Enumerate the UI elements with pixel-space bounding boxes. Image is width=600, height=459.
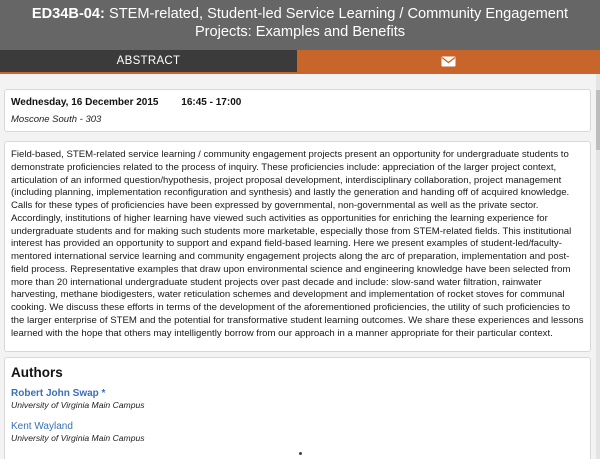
envelope-icon (441, 56, 456, 66)
tab-email[interactable] (297, 50, 600, 72)
author-affiliation: University of Virginia Main Campus (11, 433, 145, 443)
authors-card: Authors Robert John Swap * University of… (4, 357, 591, 459)
session-room: Moscone South - 303 (11, 114, 102, 125)
abstract-body: Field-based, STEM-related service learni… (11, 149, 584, 339)
page-title: ED34B-04: STEM-related, Student-led Serv… (0, 0, 600, 50)
session-info-card: Wednesday, 16 December 2015 16:45 - 17:0… (4, 89, 591, 132)
author-link-wayland[interactable]: Kent Wayland (11, 420, 584, 433)
tab-bar: ABSTRACT (0, 50, 600, 74)
authors-heading: Authors (11, 365, 63, 380)
session-time: 16:45 - 17:00 (181, 97, 242, 108)
abstract-page: ED34B-04: STEM-related, Student-led Serv… (0, 0, 600, 459)
tab-abstract[interactable]: ABSTRACT (0, 50, 297, 72)
session-date: Wednesday, 16 December 2015 (11, 97, 159, 108)
abstract-card: Field-based, STEM-related service learni… (4, 141, 591, 352)
author-link-swap[interactable]: Robert John Swap * (11, 387, 584, 400)
scrollbar-thumb[interactable] (596, 90, 600, 150)
session-datetime: Wednesday, 16 December 2015 16:45 - 17:0… (11, 96, 584, 110)
page-indicator-dot (299, 452, 302, 455)
abstract-code: ED34B-04: (31, 6, 105, 22)
author-affiliation: University of Virginia Main Campus (11, 400, 145, 410)
abstract-title: STEM-related, Student-led Service Learni… (108, 6, 569, 40)
